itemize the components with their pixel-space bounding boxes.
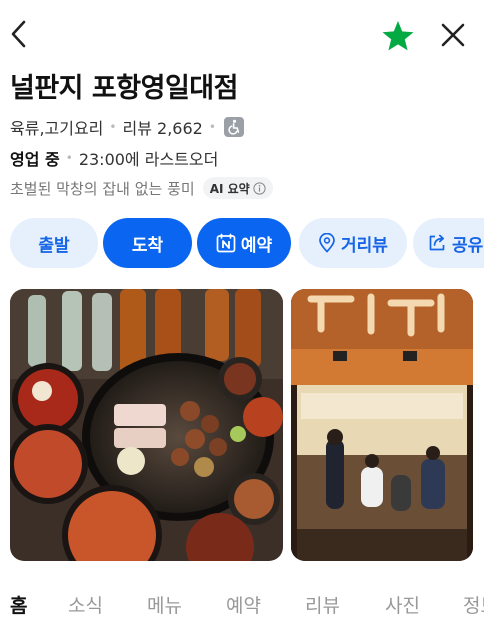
storefront-photo[interactable] [291,289,473,561]
food-photo-image [10,289,283,561]
share-icon [429,234,445,251]
info-icon [253,181,266,195]
ai-summary-badge[interactable]: AI 요약 [202,177,273,199]
depart-label: 출발 [38,235,70,256]
arrive-button[interactable]: 도착 [103,218,192,268]
ai-summary: 초벌된 막창의 잡내 없는 풍미 AI 요약 [10,176,273,200]
street-view-button[interactable]: 거리뷰 [299,218,407,268]
arrive-label: 도착 [131,235,164,256]
top-bar [0,0,484,66]
photo-carousel [10,289,484,561]
star-filled-icon[interactable] [381,20,415,52]
business-hours[interactable]: 영업 중 • 23:00에 라스트오더 [10,147,218,169]
place-meta: 육류,고기요리 • 리뷰 2,662 • [10,116,244,138]
reserve-label: 예약 [240,235,273,256]
open-status: 영업 중 [10,150,60,169]
ai-summary-text: 초벌된 막창의 잡내 없는 풍미 [10,179,195,198]
tab-reviews[interactable]: 리뷰 [305,591,340,618]
separator-dot: • [65,151,73,165]
tab-menu[interactable]: 메뉴 [147,591,182,618]
tab-info[interactable]: 정보 [463,591,484,618]
depart-button[interactable]: 출발 [10,218,98,268]
street-view-label: 거리뷰 [341,235,388,256]
tab-photos[interactable]: 사진 [385,591,420,618]
tab-home[interactable]: 홈 [10,591,27,618]
tab-reservation[interactable]: 예약 [226,591,261,618]
separator-dot: • [208,120,216,134]
tab-news[interactable]: 소식 [68,591,103,618]
close-icon[interactable] [440,22,466,48]
category-label: 육류,고기요리 [10,119,104,138]
location-pin-icon [319,233,335,253]
action-buttons: 출발 도착 예약 거리뷰 공유 [10,218,484,268]
wheelchair-icon [223,117,244,137]
naver-booking-icon [216,233,236,253]
last-order-time: 23:00에 라스트오더 [78,150,219,169]
chevron-left-icon[interactable] [6,17,32,51]
share-button[interactable]: 공유 [413,218,484,268]
tab-bar: 홈 소식 메뉴 예약 리뷰 사진 정보 [0,591,484,631]
reserve-button[interactable]: 예약 [197,218,291,268]
place-title: 널판지 포항영일대점 [10,73,238,104]
separator-dot: • [109,120,117,134]
food-photo[interactable] [10,289,283,561]
ai-badge-label: AI 요약 [209,181,250,196]
storefront-photo-image [291,289,473,561]
share-label: 공유 [452,235,484,256]
review-link[interactable]: 리뷰 2,662 [122,115,202,139]
